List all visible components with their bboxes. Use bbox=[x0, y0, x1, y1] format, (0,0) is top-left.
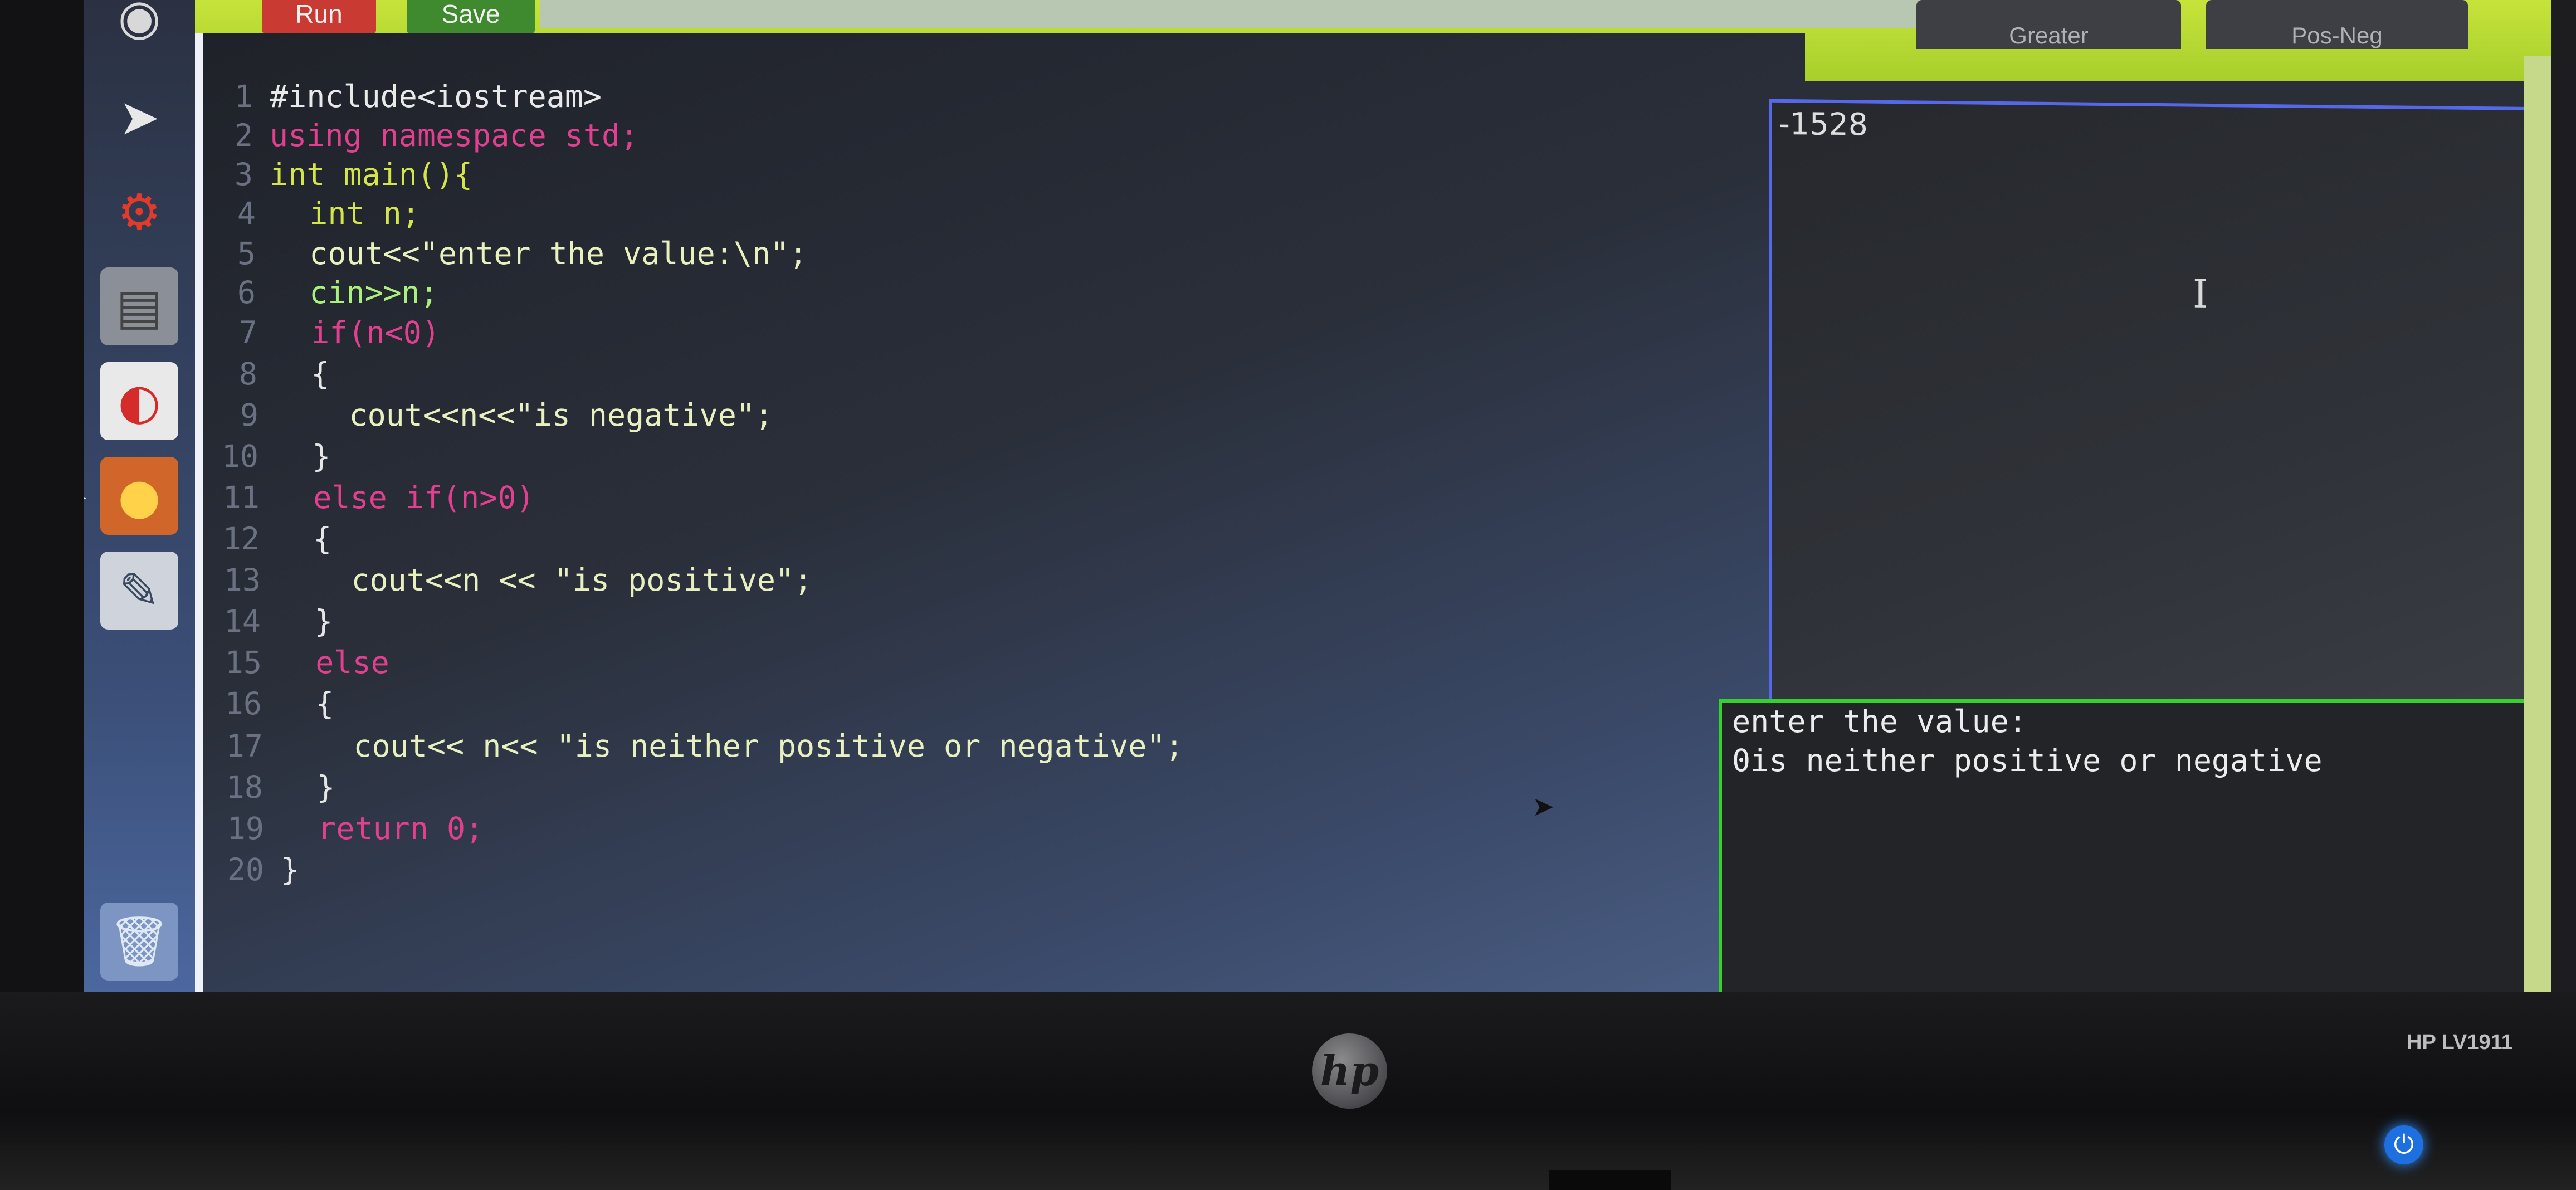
code-line: 5 cout<<"enter the value:\n"; bbox=[206, 235, 807, 272]
line-number: 7 bbox=[238, 315, 257, 350]
program-output-pane: enter the value: 0is neither positive or… bbox=[1719, 699, 2549, 997]
code-text: } bbox=[275, 438, 331, 474]
code-text: using namespace std; bbox=[270, 118, 639, 153]
code-text: { bbox=[276, 521, 332, 557]
file-manager-icon[interactable]: ▤ bbox=[100, 267, 178, 345]
tab-greater[interactable]: Greater bbox=[1916, 0, 2181, 49]
line-number: 3 bbox=[234, 157, 253, 192]
line-number: 5 bbox=[237, 236, 256, 271]
code-line: 17 cout<< n<< "is neither positive or ne… bbox=[213, 728, 1184, 764]
line-number: 13 bbox=[223, 562, 261, 598]
mouse-pointer-icon: ➤ bbox=[1532, 791, 1555, 822]
power-icon[interactable]: ⏻ bbox=[2384, 1125, 2423, 1164]
code-line: 20} bbox=[214, 851, 299, 888]
code-text: cout<<n << "is positive"; bbox=[277, 562, 813, 598]
code-line: 14 } bbox=[211, 603, 333, 640]
program-input-pane[interactable]: -1528 I bbox=[1769, 99, 2549, 712]
line-number: 16 bbox=[225, 686, 262, 721]
line-number: 20 bbox=[227, 852, 264, 887]
code-line: 1 #include<iostream> bbox=[203, 78, 602, 115]
line-number: 4 bbox=[237, 196, 256, 231]
run-button[interactable]: Run bbox=[262, 0, 376, 33]
monitor-bezel-bottom bbox=[0, 992, 2576, 1190]
line-number: 12 bbox=[222, 521, 260, 557]
monitor-model-label: HP LV1911 bbox=[2407, 1031, 2513, 1054]
monitor-bezel-right bbox=[2551, 0, 2576, 1036]
code-line: 6 cin>>n; bbox=[206, 274, 438, 311]
code-text: cout<<"enter the value:\n"; bbox=[272, 236, 808, 271]
monitor-bezel-left bbox=[0, 0, 84, 1036]
settings-gear-icon[interactable]: ⚙ bbox=[100, 173, 178, 251]
window-edge bbox=[2524, 56, 2551, 997]
line-number: 11 bbox=[222, 480, 260, 515]
code-text: #include<iostream> bbox=[270, 79, 602, 114]
code-text: } bbox=[280, 769, 335, 805]
code-line: 8 { bbox=[207, 355, 329, 392]
line-number: 1 bbox=[234, 79, 253, 114]
app-icon[interactable]: ◐ bbox=[100, 362, 178, 440]
code-line: 10 } bbox=[208, 438, 331, 475]
line-number: 2 bbox=[234, 118, 253, 153]
play-icon[interactable]: ➤ bbox=[100, 78, 178, 156]
code-editor[interactable]: 1 #include<iostream> 2 using namespace std… bbox=[195, 33, 1805, 997]
output-line: 0is neither positive or negative bbox=[1732, 743, 2323, 778]
code-line: 11 else if(n>0) bbox=[209, 479, 535, 516]
save-button[interactable]: Save bbox=[407, 0, 535, 33]
active-indicator-icon: ▸ bbox=[84, 487, 86, 507]
ubuntu-logo-icon[interactable]: ◉ bbox=[100, 0, 178, 56]
code-text: cout<<n<<"is negative"; bbox=[275, 397, 774, 433]
launcher: ◉ ➤ ⚙ ▤ ◐ ● ✎ 🗑 ▸ bbox=[84, 0, 195, 997]
code-line: 15 else bbox=[212, 644, 389, 681]
code-line: 19 return 0; bbox=[214, 810, 484, 847]
code-text: return 0; bbox=[281, 811, 484, 846]
code-line: 4 int n; bbox=[206, 195, 420, 232]
output-line: enter the value: bbox=[1732, 704, 2027, 739]
line-number: 15 bbox=[225, 645, 262, 680]
tab-pos-neg[interactable]: Pos-Neg bbox=[2206, 0, 2468, 49]
code-text: } bbox=[281, 852, 300, 887]
line-number: 19 bbox=[227, 811, 264, 846]
code-line: 16 { bbox=[212, 685, 334, 722]
input-value[interactable]: -1528 bbox=[1779, 106, 1868, 143]
line-number: 17 bbox=[226, 728, 263, 764]
code-line: 9 cout<<n<<"is negative"; bbox=[208, 397, 773, 433]
line-number: 14 bbox=[223, 603, 261, 639]
line-number: 18 bbox=[226, 769, 263, 805]
firefox-icon[interactable]: ● bbox=[100, 457, 178, 535]
text-cursor-icon: I bbox=[2193, 271, 2208, 317]
line-number: 8 bbox=[238, 356, 257, 392]
code-text: cin>>n; bbox=[272, 275, 439, 310]
line-number: 9 bbox=[240, 397, 258, 433]
code-line: 2 using namespace std; bbox=[203, 117, 638, 154]
monitor-stand bbox=[1549, 1170, 1671, 1190]
code-line: 7 if(n<0) bbox=[207, 314, 440, 351]
code-line: 13 cout<<n << "is positive"; bbox=[211, 562, 813, 598]
line-number: 6 bbox=[237, 275, 256, 310]
code-text: int n; bbox=[272, 196, 420, 231]
line-number: 10 bbox=[221, 438, 258, 474]
code-line: 3 int main(){ bbox=[203, 156, 472, 193]
code-text: int main(){ bbox=[270, 157, 473, 192]
code-text: cout<< n<< "is neither positive or negat… bbox=[280, 728, 1184, 764]
code-text: } bbox=[277, 603, 333, 639]
code-text: else bbox=[279, 645, 389, 680]
code-line: 18 } bbox=[213, 769, 335, 806]
code-text: if(n<0) bbox=[274, 315, 441, 350]
text-editor-icon[interactable]: ✎ bbox=[100, 552, 178, 630]
screen: ◉ ➤ ⚙ ▤ ◐ ● ✎ 🗑 ▸ Run Save Greater Pos-N… bbox=[84, 0, 2551, 997]
code-text: { bbox=[274, 356, 330, 392]
hp-logo: hp bbox=[1312, 1033, 1387, 1109]
code-text: { bbox=[279, 686, 334, 721]
code-line: 12 { bbox=[209, 520, 332, 557]
trash-icon[interactable]: 🗑 bbox=[100, 903, 178, 981]
code-text: else if(n>0) bbox=[276, 480, 535, 515]
file-bar bbox=[540, 0, 2000, 28]
